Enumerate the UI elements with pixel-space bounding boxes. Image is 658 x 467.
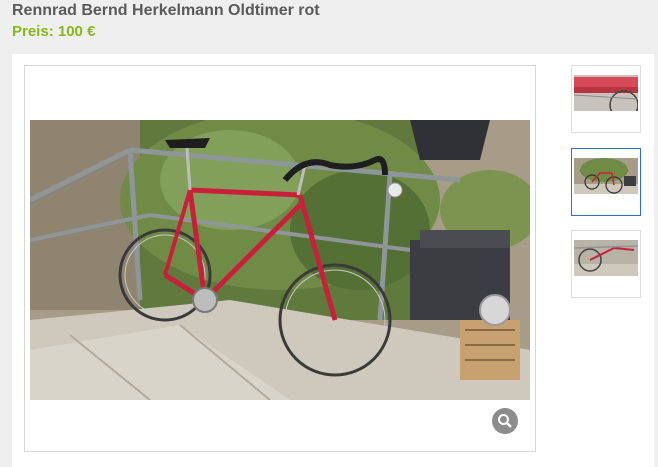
listing-title: Rennrad Bernd Herkelmann Oldtimer rot: [12, 2, 320, 19]
image-gallery: [12, 54, 654, 467]
listing-page: Rennrad Bernd Herkelmann Oldtimer rot Pr…: [0, 0, 658, 467]
thumbnail-3-image: [574, 240, 638, 276]
magnifier-icon: [498, 414, 512, 428]
main-image-frame[interactable]: [24, 65, 536, 452]
price-value: 100 €: [57, 23, 96, 40]
price-row: Preis: 100 €: [12, 23, 95, 40]
main-photo[interactable]: [30, 120, 530, 400]
price-label: Preis:: [12, 23, 54, 40]
zoom-button[interactable]: [492, 408, 518, 434]
thumbnail-3[interactable]: [571, 230, 641, 298]
thumbnail-2-image: [574, 158, 638, 194]
thumbnail-1[interactable]: [571, 65, 641, 133]
thumbnail-1-image: [574, 75, 638, 111]
thumbnail-2[interactable]: [571, 148, 641, 216]
